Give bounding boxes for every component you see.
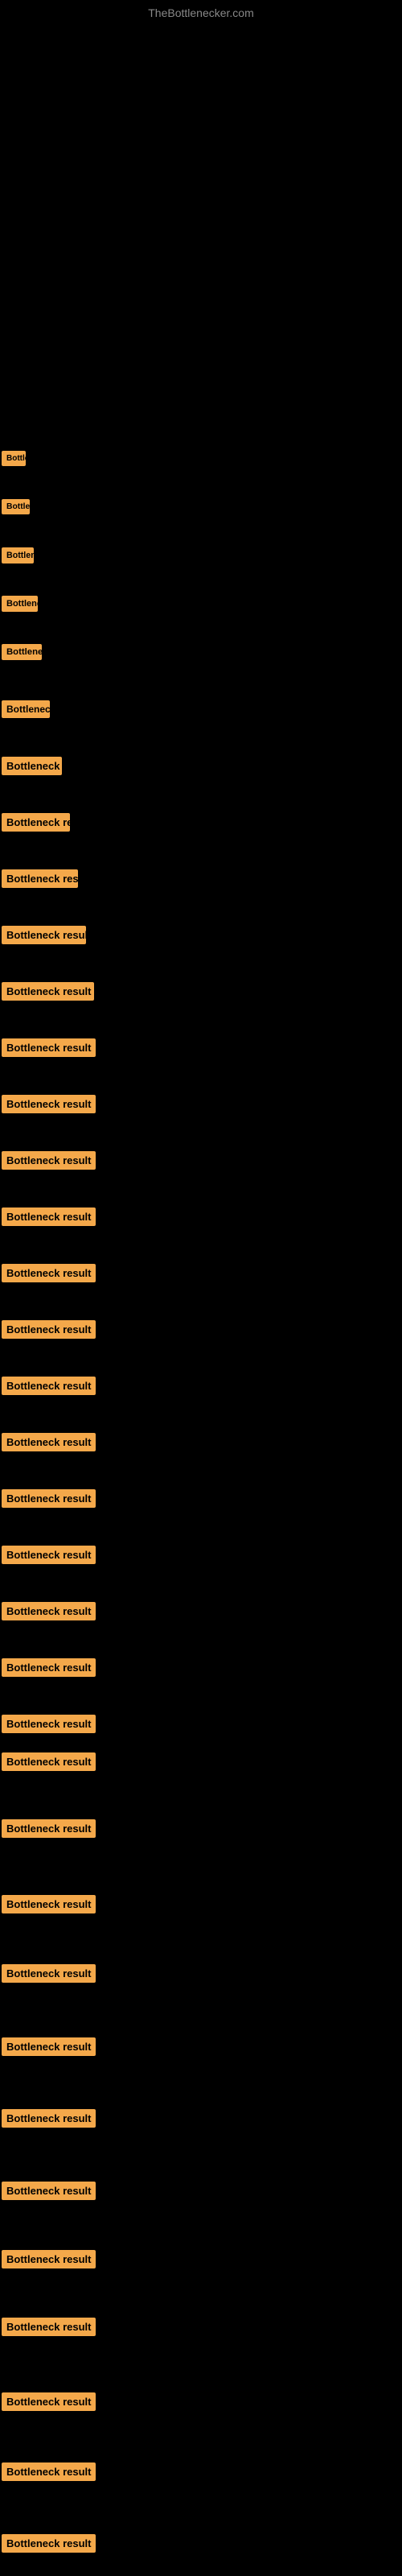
- bottleneck-result-label: Bottleneck result: [2, 2462, 96, 2481]
- bottleneck-result-label: Bottleneck result: [2, 547, 34, 564]
- bottleneck-result-label: Bottleneck result: [2, 1320, 96, 1339]
- bottleneck-result-label: Bottleneck result: [2, 2534, 96, 2553]
- bottleneck-result-label: Bottleneck result: [2, 451, 26, 466]
- bottleneck-result-label: Bottleneck result: [2, 1377, 96, 1395]
- site-title: TheBottlenecker.com: [148, 6, 254, 19]
- bottleneck-result-label: Bottleneck result: [2, 1489, 96, 1508]
- bottleneck-result-label: Bottleneck result: [2, 2182, 96, 2200]
- bottleneck-result-label: Bottleneck result: [2, 1964, 96, 1983]
- bottleneck-result-label: Bottleneck result: [2, 926, 86, 944]
- bottleneck-result-label: Bottleneck result: [2, 2318, 96, 2336]
- bottleneck-result-label: Bottleneck result: [2, 1715, 96, 1733]
- bottleneck-result-label: Bottleneck result: [2, 1433, 96, 1451]
- bottleneck-result-label: Bottleneck result: [2, 757, 62, 775]
- bottleneck-result-label: Bottleneck result: [2, 982, 94, 1001]
- bottleneck-result-label: Bottleneck result: [2, 1658, 96, 1677]
- bottleneck-result-label: Bottleneck result: [2, 2037, 96, 2056]
- bottleneck-result-label: Bottleneck result: [2, 1895, 96, 1913]
- bottleneck-result-label: Bottleneck result: [2, 1208, 96, 1226]
- bottleneck-result-label: Bottleneck result: [2, 700, 50, 718]
- bottleneck-result-label: Bottleneck result: [2, 869, 78, 888]
- bottleneck-result-label: Bottleneck result: [2, 1546, 96, 1564]
- bottleneck-result-label: Bottleneck result: [2, 1038, 96, 1057]
- bottleneck-result-label: Bottleneck result: [2, 1819, 96, 1838]
- bottleneck-result-label: Bottleneck result: [2, 1752, 96, 1771]
- bottleneck-result-label: Bottleneck result: [2, 2250, 96, 2268]
- bottleneck-result-label: Bottleneck result: [2, 596, 38, 612]
- bottleneck-result-label: Bottleneck result: [2, 499, 30, 514]
- bottleneck-result-label: Bottleneck result: [2, 1602, 96, 1620]
- bottleneck-result-label: Bottleneck result: [2, 2109, 96, 2128]
- bottleneck-result-label: Bottleneck result: [2, 813, 70, 832]
- bottleneck-result-label: Bottleneck result: [2, 2392, 96, 2411]
- bottleneck-result-label: Bottleneck result: [2, 1095, 96, 1113]
- bottleneck-result-label: Bottleneck result: [2, 644, 42, 660]
- bottleneck-result-label: Bottleneck result: [2, 1151, 96, 1170]
- bottleneck-result-label: Bottleneck result: [2, 1264, 96, 1282]
